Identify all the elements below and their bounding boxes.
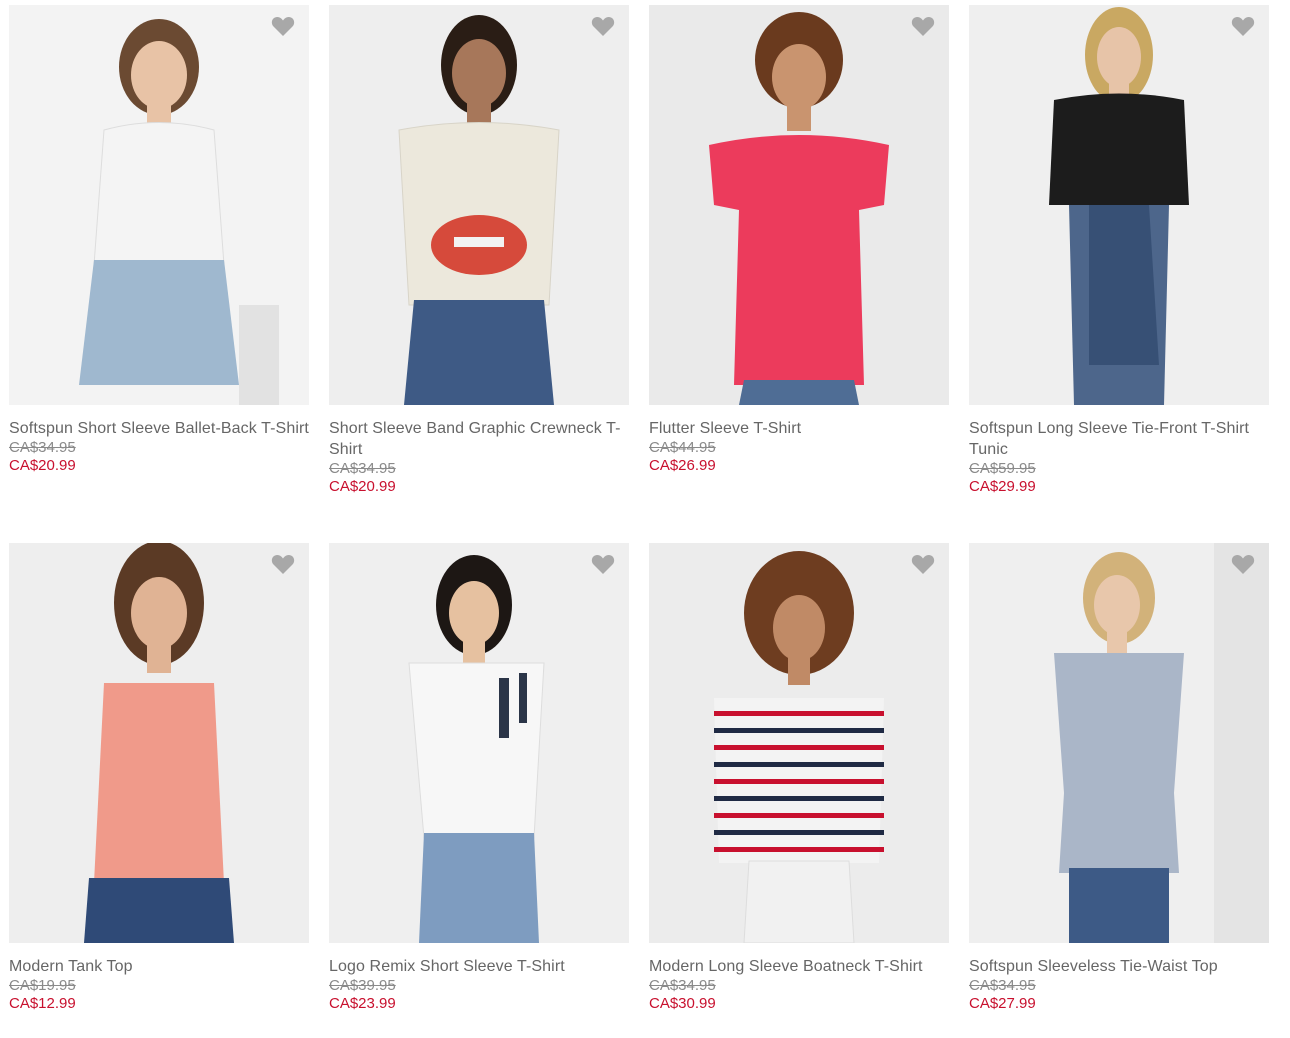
sale-price: CA$26.99 — [649, 457, 716, 474]
heart-icon[interactable] — [271, 553, 295, 575]
product-image[interactable] — [649, 5, 949, 405]
product-card[interactable]: Softspun Sleeveless Tie-Waist Top CA$34.… — [969, 543, 1269, 1013]
model-photo — [714, 551, 884, 943]
product-grid: Softspun Short Sleeve Ballet-Back T-Shir… — [0, 0, 1290, 1038]
product-card[interactable]: Modern Long Sleeve Boatneck T-Shirt CA$3… — [649, 543, 949, 1013]
product-image[interactable] — [329, 543, 629, 943]
model-photo — [398, 15, 560, 405]
model-photo — [84, 543, 234, 943]
product-image[interactable] — [969, 543, 1269, 943]
original-price: CA$59.95 — [969, 460, 1036, 477]
product-name[interactable]: Softspun Sleeveless Tie-Waist Top — [969, 956, 1269, 977]
product-card[interactable]: Flutter Sleeve T-Shirt CA$44.95 CA$26.99 — [649, 5, 949, 475]
heart-icon[interactable] — [1231, 15, 1255, 37]
sale-price: CA$29.99 — [969, 478, 1036, 495]
product-name[interactable]: Softspun Long Sleeve Tie-Front T-Shirt T… — [969, 418, 1269, 460]
product-image[interactable] — [9, 5, 309, 405]
product-image[interactable] — [9, 543, 309, 943]
heart-icon[interactable] — [591, 553, 615, 575]
product-image[interactable] — [329, 5, 629, 405]
product-card[interactable]: Logo Remix Short Sleeve T-Shirt CA$39.95… — [329, 543, 629, 1013]
original-price: CA$34.95 — [649, 977, 716, 994]
product-name[interactable]: Short Sleeve Band Graphic Crewneck T-Shi… — [329, 418, 629, 460]
sale-price: CA$23.99 — [329, 995, 396, 1012]
sale-price: CA$12.99 — [9, 995, 76, 1012]
product-name[interactable]: Flutter Sleeve T-Shirt — [649, 418, 949, 439]
original-price: CA$39.95 — [329, 977, 396, 994]
model-photo — [1054, 543, 1269, 943]
product-image[interactable] — [969, 5, 1269, 405]
product-card[interactable]: Softspun Short Sleeve Ballet-Back T-Shir… — [9, 5, 309, 475]
heart-icon[interactable] — [911, 15, 935, 37]
sale-price: CA$30.99 — [649, 995, 716, 1012]
product-card[interactable]: Softspun Long Sleeve Tie-Front T-Shirt T… — [969, 5, 1269, 496]
heart-icon[interactable] — [911, 553, 935, 575]
original-price: CA$34.95 — [969, 977, 1036, 994]
original-price: CA$44.95 — [649, 439, 716, 456]
product-image[interactable] — [649, 543, 949, 943]
striped-shirt — [714, 698, 884, 863]
sale-price: CA$27.99 — [969, 995, 1036, 1012]
model-photo — [709, 12, 889, 405]
product-name[interactable]: Softspun Short Sleeve Ballet-Back T-Shir… — [9, 418, 309, 439]
sale-price: CA$20.99 — [9, 457, 76, 474]
heart-icon[interactable] — [591, 15, 615, 37]
heart-icon[interactable] — [271, 15, 295, 37]
original-price: CA$34.95 — [9, 439, 76, 456]
product-card[interactable]: Short Sleeve Band Graphic Crewneck T-Shi… — [329, 5, 629, 496]
sale-price: CA$20.99 — [329, 478, 396, 495]
model-photo — [1049, 7, 1189, 405]
product-name[interactable]: Modern Long Sleeve Boatneck T-Shirt — [649, 956, 949, 977]
model-photo — [408, 555, 545, 943]
product-card[interactable]: Modern Tank Top CA$19.95 CA$12.99 — [9, 543, 309, 1013]
original-price: CA$34.95 — [329, 460, 396, 477]
model-photo — [79, 19, 279, 405]
original-price: CA$19.95 — [9, 977, 76, 994]
product-name[interactable]: Modern Tank Top — [9, 956, 309, 977]
heart-icon[interactable] — [1231, 553, 1255, 575]
product-name[interactable]: Logo Remix Short Sleeve T-Shirt — [329, 956, 629, 977]
